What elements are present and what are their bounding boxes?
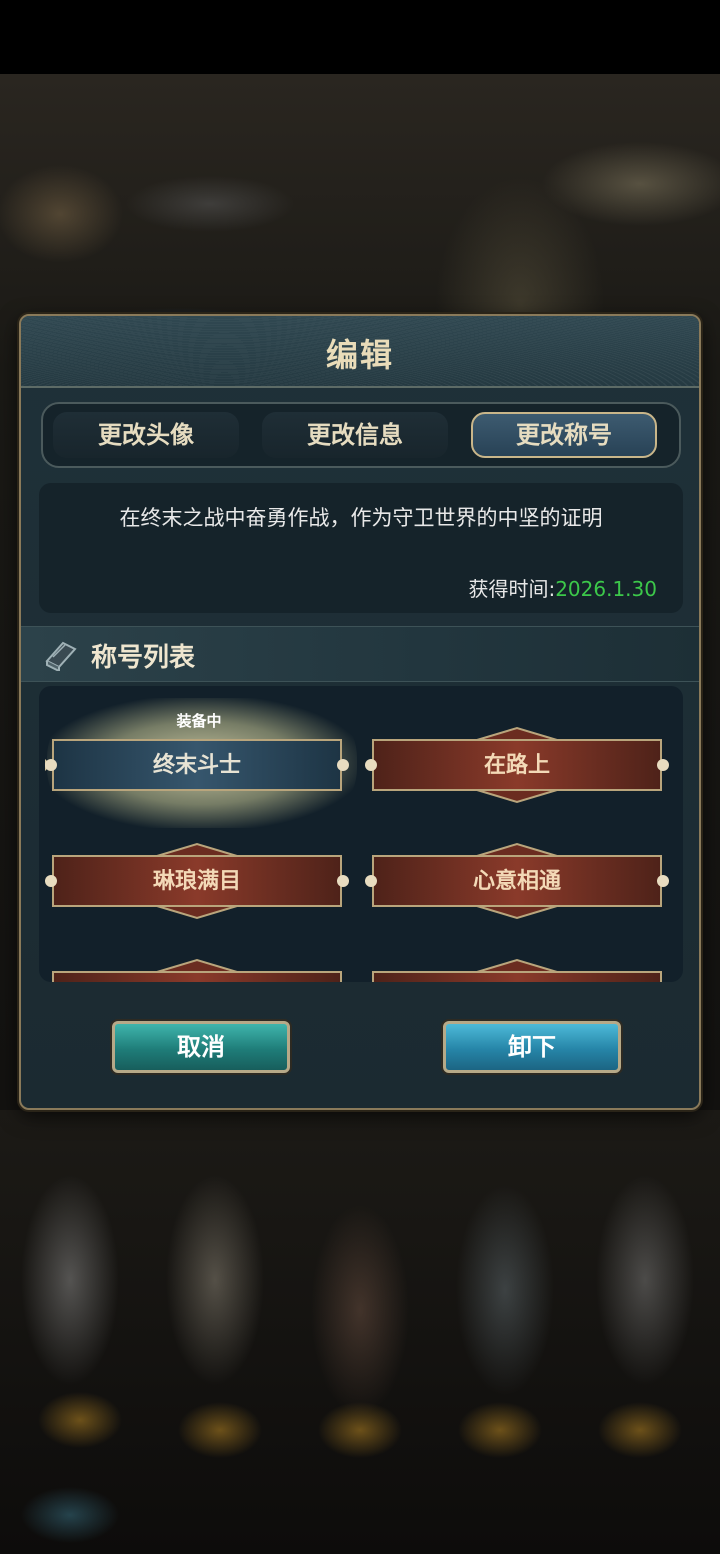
book-icon	[45, 641, 77, 671]
title-name: 琳琅满目	[152, 868, 241, 894]
title-badge-partial-left[interactable]	[45, 958, 349, 982]
title-badge-1[interactable]: 终末斗士	[45, 739, 349, 791]
acquire-time: 获得时间:2026.1.30	[468, 573, 657, 602]
cancel-button[interactable]: 取消	[112, 1021, 290, 1073]
tab-change-info[interactable]: 更改信息	[262, 412, 448, 458]
dialog-header: 编辑	[21, 316, 699, 388]
acquire-label: 获得时间:	[468, 577, 556, 601]
title-description-panel: 在终末之战中奋勇作战，作为守卫世界的中坚的证明 获得时间:2026.1.30	[39, 483, 683, 613]
tab-change-title[interactable]: 更改称号	[471, 412, 657, 458]
title-badge-4[interactable]: 心意相通	[365, 842, 669, 920]
title-description: 在终末之战中奋勇作战，作为守卫世界的中坚的证明	[119, 506, 603, 530]
title-badge-3[interactable]: 琳琅满目	[45, 842, 349, 920]
background-cards	[0, 1110, 720, 1554]
unequip-button[interactable]: 卸下	[443, 1021, 621, 1073]
acquire-date: 2026.1.30	[555, 577, 657, 601]
title-list-header: 称号列表	[21, 626, 699, 682]
title-list[interactable]: 装备中 终末斗士 在路上 琳琅满目 心意相通	[39, 686, 683, 982]
edit-dialog: 编辑 更改头像 更改信息 更改称号 在终末之战中奋勇作战，作为守卫世界的中坚的证…	[19, 314, 701, 1110]
tab-bar: 更改头像 更改信息 更改称号	[41, 402, 681, 468]
title-name: 心意相通	[472, 868, 561, 894]
title-badge-partial-right[interactable]	[365, 958, 669, 982]
title-badge-2[interactable]: 在路上	[365, 726, 669, 804]
dialog-title: 编辑	[325, 336, 394, 374]
title-name: 在路上	[483, 752, 550, 778]
badge-frame-icon	[372, 958, 662, 982]
tab-change-avatar[interactable]: 更改头像	[53, 412, 239, 458]
status-bar	[0, 0, 720, 74]
badge-frame-icon	[52, 958, 342, 982]
section-title: 称号列表	[91, 643, 196, 673]
title-name: 终末斗士	[152, 752, 241, 778]
